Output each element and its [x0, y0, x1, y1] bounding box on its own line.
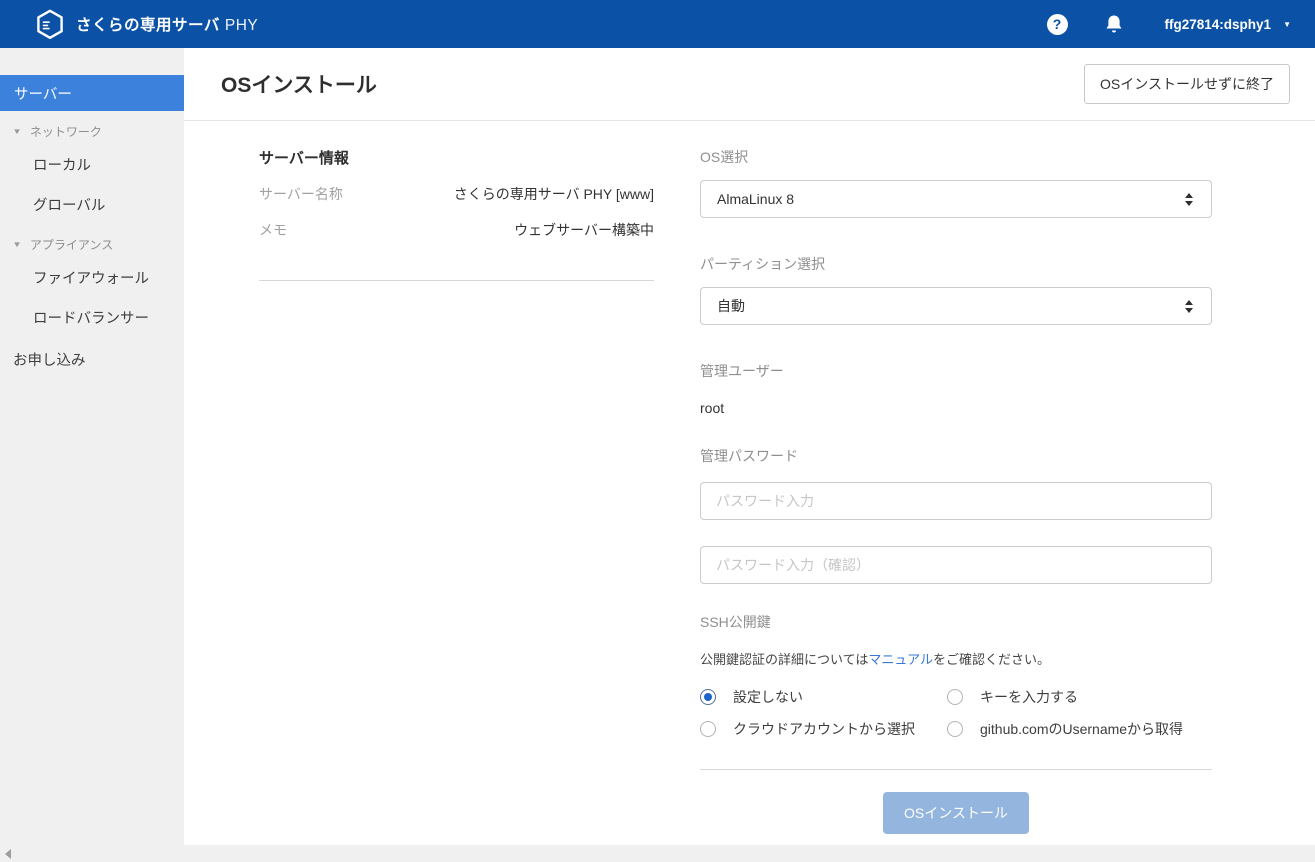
app-logo[interactable]	[36, 9, 64, 40]
caret-down-icon: ▼	[12, 127, 22, 136]
sidebar-group-label: ネットワーク	[30, 123, 102, 140]
partition-select[interactable]: 自動	[700, 287, 1212, 325]
page-title: OSインストール	[221, 69, 377, 99]
server-memo-row: メモ ウェブサーバー構築中	[259, 220, 654, 240]
app-title-main: さくらの専用サーバ	[76, 17, 220, 34]
page-content: サーバー情報 サーバー名称 さくらの専用サーバ PHY [www] メモ ウェブ…	[184, 121, 1315, 834]
select-spinner-icon	[1185, 193, 1193, 206]
sidebar: サーバー ▼ ネットワーク ローカル グローバル ▼ アプライアンス ファイアウ…	[0, 48, 184, 845]
page-header: OSインストール OSインストールせずに終了	[184, 48, 1315, 121]
server-info-panel: サーバー情報 サーバー名称 さくらの専用サーバ PHY [www] メモ ウェブ…	[259, 147, 654, 834]
info-divider	[259, 280, 654, 281]
ssh-note-text: 公開鍵認証の詳細については	[700, 652, 868, 667]
sidebar-item-global[interactable]: グローバル	[0, 184, 184, 224]
sidebar-item-firewall[interactable]: ファイアウォール	[0, 257, 184, 297]
ssh-note: 公開鍵認証の詳細についてはマニュアルをご確認ください。	[700, 649, 1212, 668]
radio-icon	[700, 689, 716, 705]
ssh-option-github[interactable]: github.comのUsernameから取得	[947, 719, 1212, 739]
os-install-submit-button[interactable]: OSインストール	[883, 792, 1029, 834]
notification-bell-icon[interactable]	[1105, 14, 1123, 34]
sidebar-item-server[interactable]: サーバー	[0, 75, 184, 111]
password-confirm-input[interactable]	[700, 546, 1212, 584]
os-select-value: AlmaLinux 8	[717, 191, 794, 207]
server-name-label: サーバー名称	[259, 184, 343, 204]
os-install-form: OS選択 AlmaLinux 8 パーティション選択 自動 管理ユーザー roo…	[700, 147, 1212, 834]
radio-label: 設定しない	[733, 687, 803, 707]
hexagon-logo-icon	[36, 9, 64, 40]
chevron-down-icon: ▼	[1283, 20, 1291, 29]
sidebar-item-label: グローバル	[33, 194, 105, 215]
manual-link[interactable]: マニュアル	[868, 652, 933, 667]
sidebar-item-label: サーバー	[14, 83, 72, 104]
exit-without-install-button[interactable]: OSインストールせずに終了	[1084, 64, 1290, 104]
sidebar-item-order[interactable]: お申し込み	[0, 339, 184, 379]
app-title: さくらの専用サーバ PHY	[76, 13, 258, 35]
main-area: OSインストール OSインストールせずに終了 サーバー情報 サーバー名称 さくら…	[184, 48, 1315, 845]
os-select-label: OS選択	[700, 147, 1212, 167]
admin-password-label: 管理パスワード	[700, 446, 1212, 466]
sidebar-item-loadbalancer[interactable]: ロードバランサー	[0, 297, 184, 337]
server-memo-value: ウェブサーバー構築中	[514, 220, 654, 240]
admin-user-label: 管理ユーザー	[700, 361, 1212, 381]
horizontal-scrollbar[interactable]	[0, 845, 1315, 862]
server-name-row: サーバー名称 さくらの専用サーバ PHY [www]	[259, 184, 654, 204]
partition-select-value: 自動	[717, 296, 745, 316]
help-icon[interactable]: ?	[1047, 14, 1068, 35]
radio-label: クラウドアカウントから選択	[733, 719, 915, 739]
radio-icon	[700, 721, 716, 737]
ssh-key-options: 設定しない キーを入力する クラウドアカウントから選択 github.comのU…	[700, 687, 1212, 739]
ssh-note-text: をご確認ください。	[933, 652, 1050, 667]
app-title-suffix: PHY	[225, 17, 258, 34]
select-spinner-icon	[1185, 300, 1193, 313]
radio-label: github.comのUsernameから取得	[980, 719, 1183, 739]
radio-label: キーを入力する	[980, 687, 1078, 707]
sidebar-item-label: お申し込み	[13, 349, 86, 370]
os-select[interactable]: AlmaLinux 8	[700, 180, 1212, 218]
sidebar-item-local[interactable]: ローカル	[0, 144, 184, 184]
radio-icon	[947, 689, 963, 705]
ssh-option-cloud-account[interactable]: クラウドアカウントから選択	[700, 719, 947, 739]
sidebar-group-appliance[interactable]: ▼ アプライアンス	[0, 231, 184, 257]
account-menu[interactable]: ffg27814:dsphy1 ▼	[1165, 17, 1291, 32]
header-actions: ? ffg27814:dsphy1 ▼	[1047, 14, 1291, 35]
ssh-option-enter-key[interactable]: キーを入力する	[947, 687, 1212, 707]
form-divider	[700, 769, 1212, 770]
admin-user-value: root	[700, 400, 1212, 416]
caret-down-icon: ▼	[12, 240, 22, 249]
radio-icon	[947, 721, 963, 737]
sidebar-item-label: ローカル	[33, 154, 91, 175]
scroll-left-arrow-icon[interactable]	[5, 849, 11, 859]
ssh-option-none[interactable]: 設定しない	[700, 687, 947, 707]
server-name-value: さくらの専用サーバ PHY [www]	[454, 184, 654, 204]
app-header: さくらの専用サーバ PHY ? ffg27814:dsphy1 ▼	[0, 0, 1315, 48]
server-memo-label: メモ	[259, 220, 287, 240]
sidebar-item-label: ファイアウォール	[33, 267, 149, 288]
account-name: ffg27814:dsphy1	[1165, 17, 1272, 32]
partition-select-label: パーティション選択	[700, 254, 1212, 274]
password-input[interactable]	[700, 482, 1212, 520]
sidebar-group-label: アプライアンス	[30, 236, 113, 253]
ssh-key-label: SSH公開鍵	[700, 612, 1212, 632]
sidebar-group-network[interactable]: ▼ ネットワーク	[0, 118, 184, 144]
server-info-heading: サーバー情報	[259, 147, 654, 168]
sidebar-item-label: ロードバランサー	[33, 307, 149, 328]
